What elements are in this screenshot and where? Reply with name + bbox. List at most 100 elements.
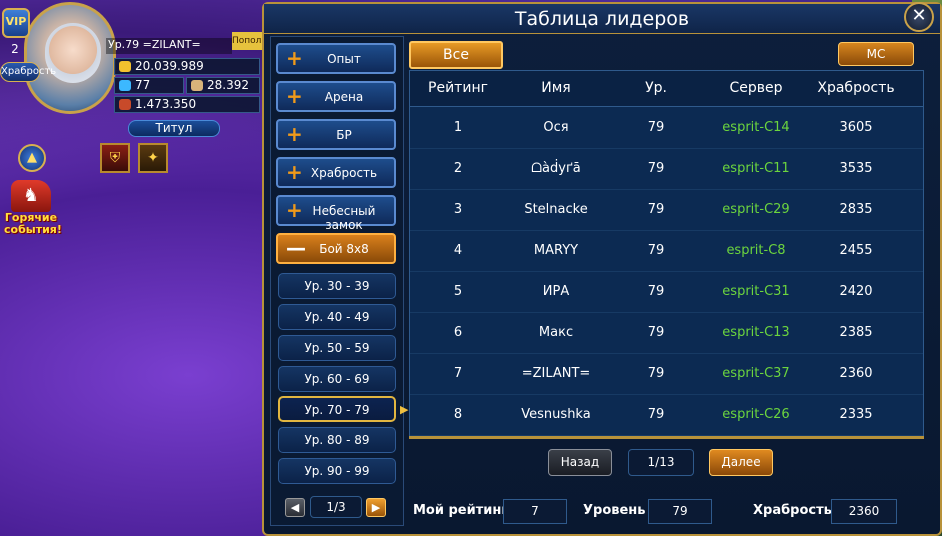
my-rank-value: 7 [503,499,567,524]
cell-name: ᗝàḋуґā [531,161,581,176]
cell-lvl: 79 [647,284,665,299]
horse-icon: ♞ [11,180,51,212]
close-icon[interactable]: ✕ [904,2,934,32]
level-range-button[interactable]: Ур. 90 - 99 [278,458,396,484]
my-level-label: Уровень [583,503,646,518]
collapse-arrow-icon[interactable]: ▲ [18,144,46,172]
cell-name: MARYY [533,243,579,258]
vip-badge[interactable]: VIP [2,8,30,38]
tab-all[interactable]: Все [409,41,503,69]
power-counter: 1.473.350 [114,96,260,113]
my-level-value: 79 [648,499,712,524]
cell-name: Ося [543,120,569,135]
category-button[interactable]: + Арена [276,81,396,112]
cell-server: esprit-C8 [726,243,786,258]
cell-rank: 6 [453,325,463,340]
cell-bravery: 3535 [839,161,873,176]
bravery-tag[interactable]: Храбрость [0,62,56,82]
selected-arrow-icon: ▶ [400,403,409,416]
cell-rank: 1 [453,120,463,135]
battle-emblem-icon[interactable]: ✦ [138,143,168,173]
cell-lvl: 79 [647,366,665,381]
diamond-icon [119,80,131,91]
table-row[interactable]: 6 Макс 79 esprit-C13 2385 [410,313,923,354]
tab-mc[interactable]: МС [838,42,914,66]
cell-bravery: 2420 [839,284,873,299]
col-server: Сервер [729,80,783,96]
cell-rank: 2 [453,161,463,176]
category-button[interactable]: — Бой 8х8 [276,233,396,264]
table-row[interactable]: 2 ᗝàḋуґā 79 esprit-C11 3535 [410,149,923,190]
table-row[interactable]: 7 =ZILANT= 79 esprit-C37 2360 [410,354,923,395]
vip-level: 2 [11,42,19,56]
gold-counter: 20.039.989 [114,58,260,75]
diamond-counter: 77 [114,77,184,94]
gold-icon [119,61,131,72]
cell-lvl: 79 [647,161,665,176]
cell-server: esprit-C14 [722,120,790,135]
cell-server: esprit-C11 [722,161,790,176]
cell-lvl: 79 [647,325,665,340]
cell-name: Vesnushka [521,407,591,422]
table-row[interactable]: 1 Ося 79 esprit-C14 3605 [410,108,923,149]
hot-events-button[interactable]: ♞ Горячие события! [4,180,62,236]
player-avatar[interactable] [24,2,116,114]
cell-lvl: 79 [647,120,665,135]
table-row[interactable]: 5 ИРА 79 esprit-C31 2420 [410,272,923,313]
cell-rank: 4 [453,243,463,258]
cell-bravery: 3605 [839,120,873,135]
scroll-counter: 28.392 [186,77,260,94]
category-button[interactable]: + Храбрость [276,157,396,188]
my-bravery-value: 2360 [831,499,897,524]
scroll-icon [191,80,203,91]
cell-lvl: 79 [647,202,665,217]
cell-server: esprit-C26 [722,407,790,422]
cell-server: esprit-C37 [722,366,790,381]
level-next-icon[interactable]: ▶ [366,498,386,517]
cell-rank: 7 [453,366,463,381]
cell-lvl: 79 [647,407,665,422]
col-bravery: Храбрость [817,80,895,96]
level-range-button[interactable]: Ур. 50 - 59 [278,335,396,361]
level-range-button[interactable]: Ур. 70 - 79 [278,396,396,422]
level-page: 1/3 [310,496,362,518]
level-range-button[interactable]: Ур. 30 - 39 [278,273,396,299]
level-range-button[interactable]: Ур. 80 - 89 [278,427,396,453]
cell-rank: 3 [453,202,463,217]
title-button[interactable]: Титул [128,120,220,137]
table-row[interactable]: 4 MARYY 79 esprit-C8 2455 [410,231,923,272]
panel-title: Таблица лидеров [514,8,690,30]
cell-lvl: 79 [647,243,665,258]
level-range-button[interactable]: Ур. 40 - 49 [278,304,396,330]
cell-bravery: 2335 [839,407,873,422]
category-button[interactable]: + Опыт [276,43,396,74]
diamond-value: 77 [135,78,151,92]
guild-emblem-icon[interactable]: ⛨ [100,143,130,173]
table-header: Рейтинг Имя Ур. Сервер Храбрость [410,71,923,107]
cell-rank: 8 [453,407,463,422]
scroll-value: 28.392 [207,78,249,92]
power-icon [119,99,131,110]
category-button[interactable]: + БР [276,119,396,150]
page-indicator: 1/13 [628,449,694,476]
cell-bravery: 2385 [839,325,873,340]
level-prev-icon[interactable]: ◀ [285,498,305,517]
category-label: Бой 8х8 [319,242,369,256]
table-row[interactable]: 8 Vesnushka 79 esprit-C26 2335 [410,395,923,436]
table-row[interactable]: 3 Stelnacke 79 esprit-C29 2835 [410,190,923,231]
category-button[interactable]: + Небесный замок [276,195,396,232]
next-button[interactable]: Далее [709,449,773,476]
level-range-button[interactable]: Ур. 60 - 69 [278,366,396,392]
category-label: Арена [324,90,364,104]
cell-bravery: 2835 [839,202,873,217]
top-up-button[interactable]: Попол [232,32,262,50]
category-label: Опыт [327,52,361,66]
category-label: Небесный замок [312,204,376,232]
back-button[interactable]: Назад [548,449,612,476]
hot-events-label: Горячие события! [4,211,62,236]
player-level-name: Ур.79 =ZILANT= [106,38,232,54]
panel-header: Таблица лидеров [264,4,940,34]
col-rank: Рейтинг [428,80,488,96]
category-label: БР [336,128,352,142]
cell-server: esprit-C13 [722,325,790,340]
